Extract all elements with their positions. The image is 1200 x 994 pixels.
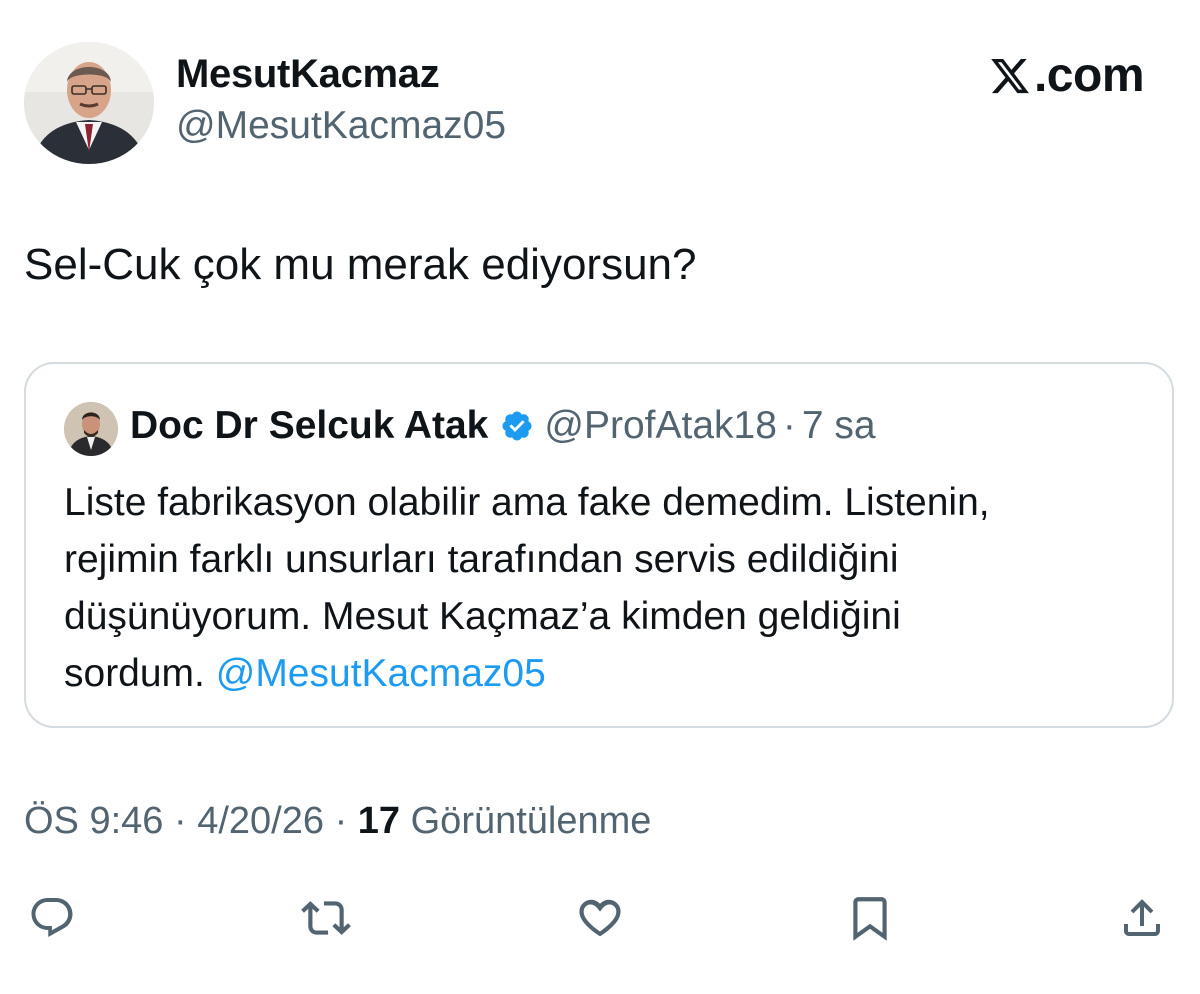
quoted-time-ago[interactable]: 7 sa: [802, 404, 876, 448]
like-icon: [579, 899, 621, 937]
meta-separator: ·: [173, 800, 187, 842]
quoted-text-line: rejimin farklı unsurları tarafından serv…: [64, 538, 899, 581]
quoted-text-line: Liste fabrikasyon olabilir ama fake deme…: [64, 481, 990, 524]
quoted-mention-link[interactable]: @MesutKacmaz05: [216, 652, 546, 695]
share-icon: [1124, 899, 1160, 936]
quoted-text-line-last: sordum. @MesutKacmaz05: [64, 645, 1144, 702]
quoted-author-avatar[interactable]: [64, 402, 118, 456]
x-icon: [991, 58, 1029, 93]
quoted-tweet-card[interactable]: Doc Dr Selcuk Atak @ProfAtak18 · 7 sa Li…: [24, 362, 1174, 728]
author-handle[interactable]: @MesutKacmaz05: [176, 104, 506, 148]
repost-button[interactable]: [298, 890, 354, 946]
quoted-text-line: düşünüyorum. Mesut Kaçmaz’a kimden geldi…: [64, 595, 901, 638]
reply-icon: [31, 898, 73, 937]
like-button[interactable]: [572, 890, 628, 946]
share-button[interactable]: [1114, 890, 1170, 946]
brand-text: .com: [1033, 49, 1145, 102]
quoted-header-separator: ·: [782, 404, 796, 447]
tweet-meta: ÖS 9:46 · 4/20/26 · 17 Görüntülenme: [24, 800, 651, 843]
author-name[interactable]: MesutKacmaz: [176, 52, 440, 97]
quoted-tweet-text: Liste fabrikasyon olabilir ama fake deme…: [64, 474, 1144, 702]
repost-icon: [301, 901, 351, 935]
quoted-author-handle[interactable]: @ProfAtak18: [544, 404, 777, 448]
views-count[interactable]: 17: [358, 800, 400, 842]
tweet-text: Sel-Cuk çok mu merak ediyorsun?: [24, 240, 697, 289]
author-avatar[interactable]: [24, 42, 154, 164]
reply-button[interactable]: [24, 890, 80, 946]
views-label[interactable]: Görüntülenme: [411, 800, 652, 842]
post-time[interactable]: ÖS 9:46: [24, 800, 163, 842]
x-logo: .com: [988, 48, 1145, 103]
verified-badge-icon: [500, 409, 534, 443]
meta-separator: ·: [334, 800, 348, 842]
bookmark-button[interactable]: [842, 890, 898, 946]
bookmark-icon: [853, 897, 887, 941]
quoted-author-name[interactable]: Doc Dr Selcuk Atak: [130, 404, 488, 448]
quoted-text-line-end: sordum.: [64, 652, 205, 695]
post-date[interactable]: 4/20/26: [197, 800, 324, 842]
